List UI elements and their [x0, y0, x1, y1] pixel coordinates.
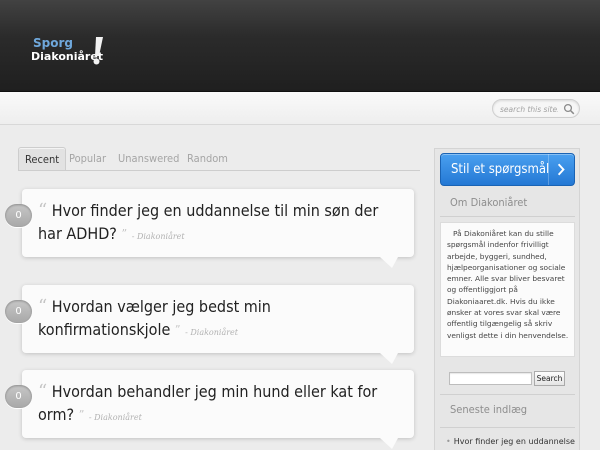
open-quote-icon: “ — [38, 296, 48, 317]
question-card[interactable]: “ Hvor finder jeg en uddannelse til min … — [22, 189, 414, 257]
answer-count-badge: 0 — [5, 385, 32, 408]
close-quote-icon: ” — [121, 227, 128, 240]
speech-tail-icon — [380, 257, 398, 268]
about-text: På Diakoniåret kan du stille spørgsmål i… — [447, 229, 569, 340]
answer-count-badge: 0 — [5, 300, 32, 323]
recent-posts-heading: Seneste indlæg — [450, 403, 528, 416]
question-author[interactable]: - Diakoniåret — [185, 328, 238, 337]
question-author[interactable]: - Diakoniåret — [89, 413, 142, 422]
recent-post-link[interactable]: Hvor finder jeg en uddannelse — [454, 437, 575, 446]
header-search — [492, 99, 580, 118]
site-header: Sporg Diakoniåret — [0, 0, 600, 92]
exclamation-icon — [93, 37, 103, 65]
chevron-right-icon — [548, 154, 565, 185]
bullet-icon: • — [446, 437, 451, 446]
open-quote-icon: “ — [38, 381, 48, 402]
speech-tail-icon — [380, 353, 398, 364]
recent-post-item[interactable]: • Hvor finder jeg en uddannelse — [446, 437, 576, 446]
sidebar-search-button[interactable]: Search — [534, 371, 565, 386]
sidebar-search-input[interactable] — [449, 372, 532, 385]
question-title[interactable]: Hvor finder jeg en uddannelse til min sø… — [38, 201, 378, 243]
question-author[interactable]: - Diakoniåret — [132, 232, 185, 241]
open-quote-icon: “ — [38, 200, 48, 221]
answer-count-badge: 0 — [5, 204, 32, 227]
header-search-input[interactable] — [500, 102, 558, 116]
question-card[interactable]: “ Hvordan vælger jeg bedst min konfirmat… — [22, 285, 414, 353]
about-heading: Om Diakoniåret — [450, 196, 528, 209]
ask-question-label: Stil et spørgsmål — [451, 162, 550, 177]
about-box: På Diakoniåret kan du stille spørgsmål i… — [440, 222, 575, 357]
tab-unanswered[interactable]: Unanswered — [118, 147, 179, 171]
nav-bar — [0, 92, 600, 125]
question-card[interactable]: “ Hvordan behandler jeg min hund eller k… — [22, 370, 414, 438]
tab-random[interactable]: Random — [187, 147, 228, 171]
close-quote-icon: ” — [78, 408, 85, 421]
tab-popular[interactable]: Popular — [69, 147, 106, 171]
close-quote-icon: ” — [174, 323, 181, 336]
sidebar-divider — [440, 427, 575, 428]
tab-divider — [18, 170, 420, 171]
search-icon[interactable] — [563, 103, 575, 115]
speech-tail-icon — [380, 438, 398, 449]
sidebar-divider — [440, 216, 575, 217]
sidebar-divider — [440, 394, 575, 395]
ask-question-button[interactable]: Stil et spørgsmål — [440, 153, 575, 186]
tab-recent[interactable]: Recent — [18, 147, 67, 171]
